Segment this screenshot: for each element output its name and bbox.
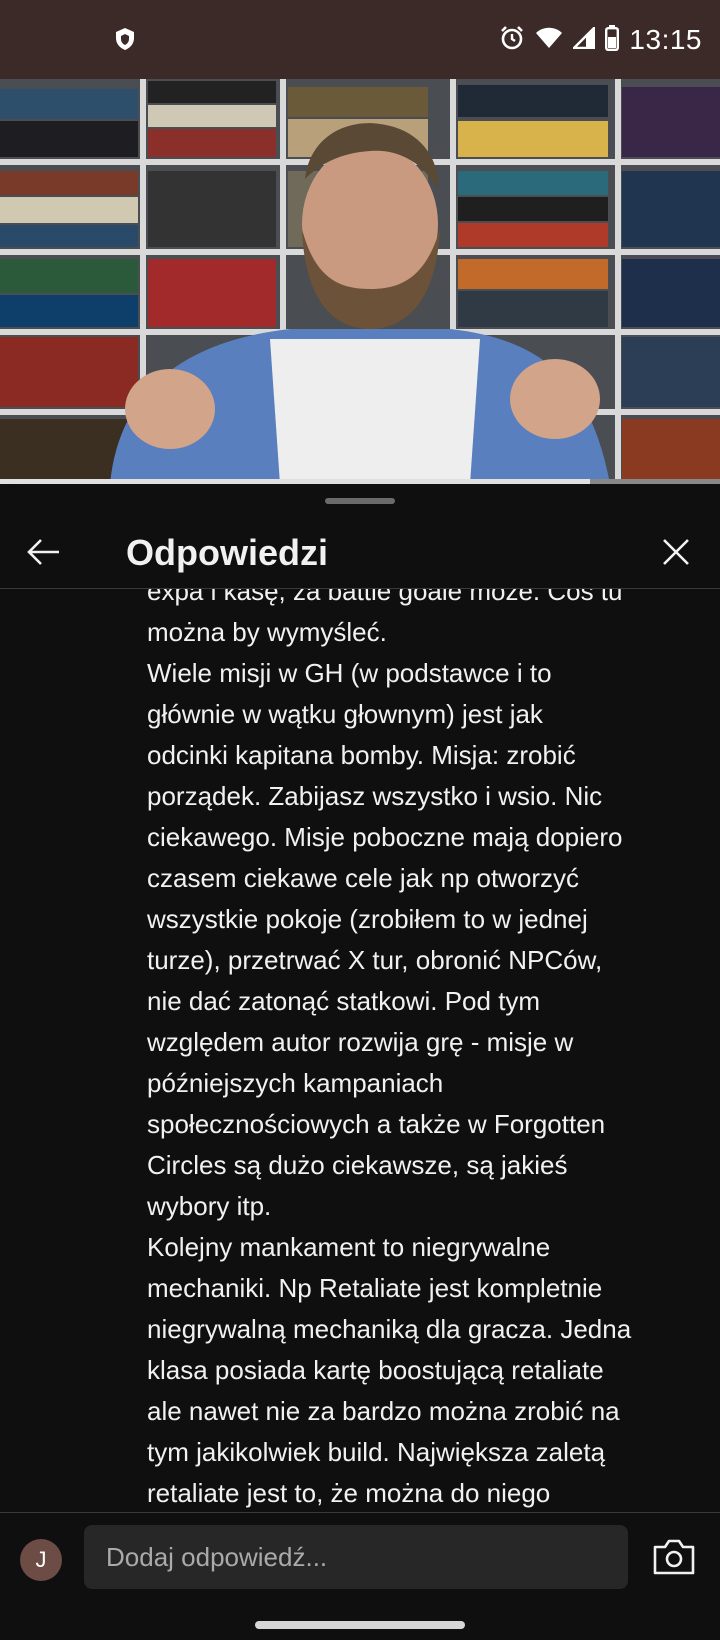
sheet-title: Odpowiedzi <box>126 532 328 573</box>
battery-icon <box>605 24 620 56</box>
alarm-icon <box>499 25 525 56</box>
reply-bar: J <box>0 1512 720 1613</box>
video-frame <box>0 79 720 484</box>
close-icon <box>663 539 689 565</box>
comment-scroll-area[interactable]: expa i kasę, za battle goale może. Coś t… <box>0 589 720 1514</box>
drag-handle[interactable] <box>325 498 395 504</box>
sheet-header: Odpowiedzi <box>0 514 720 589</box>
reply-input[interactable] <box>84 1525 628 1589</box>
avatar[interactable]: J <box>20 1539 62 1581</box>
close-button[interactable] <box>654 530 698 574</box>
gesture-nav-pill[interactable] <box>255 1621 465 1629</box>
wifi-icon <box>535 26 563 55</box>
shield-icon <box>115 27 135 51</box>
arrow-left-icon <box>27 539 59 565</box>
status-bar: 13:15 <box>0 0 720 79</box>
comment-text: expa i kasę, za battle goale może. Coś t… <box>147 589 632 1508</box>
replies-sheet: Odpowiedzi expa i kasę, za battle goale … <box>0 484 720 1640</box>
status-time: 13:15 <box>629 24 702 55</box>
camera-button[interactable] <box>652 1537 696 1577</box>
back-button[interactable] <box>22 530 66 574</box>
signal-icon <box>571 24 596 54</box>
camera-icon <box>653 1539 695 1575</box>
video-player[interactable] <box>0 79 720 484</box>
